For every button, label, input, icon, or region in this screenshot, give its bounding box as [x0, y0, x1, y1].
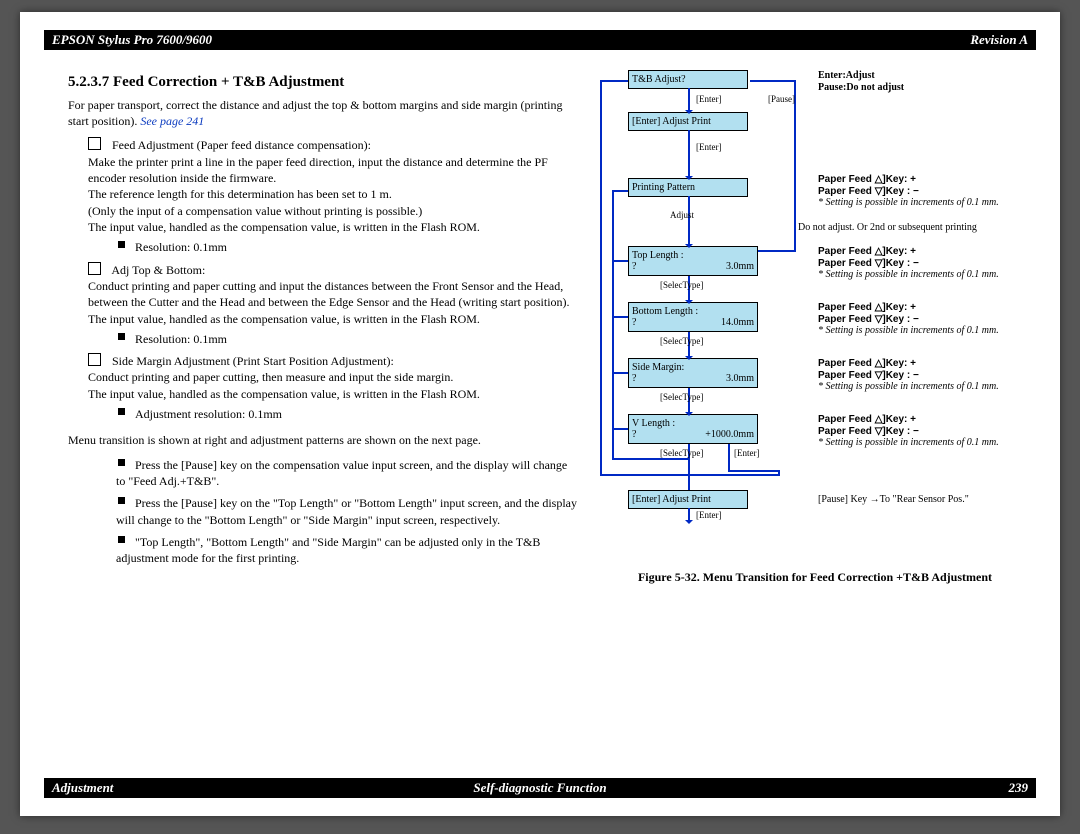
- feed-adjustment-block: Feed Adjustment (Paper feed distance com…: [88, 137, 578, 235]
- label-selectype: [SelecType]: [660, 336, 703, 346]
- feed-adj-res: Resolution: 0.1mm: [116, 239, 578, 255]
- side-margin-p2: The input value, handled as the compensa…: [88, 387, 480, 401]
- flow-box-top-length: Top Length : ?3.0mm: [628, 246, 758, 276]
- flow-box-bottom-length: Bottom Length : ?14.0mm: [628, 302, 758, 332]
- line: [612, 190, 614, 460]
- see-page-link[interactable]: See page 241: [140, 114, 204, 128]
- header-left: EPSON Stylus Pro 7600/9600: [52, 32, 212, 48]
- note-pause-rear: [Pause] Key →To "Rear Sensor Pos.": [818, 494, 969, 506]
- line: [778, 470, 780, 476]
- label-enter: [Enter]: [696, 142, 721, 152]
- label-enter: [Enter]: [734, 448, 759, 458]
- line: [612, 428, 628, 430]
- note-do-not-adjust: Do not adjust. Or 2nd or subsequent prin…: [798, 222, 977, 234]
- feed-adj-p1: Make the printer print a line in the pap…: [88, 155, 548, 185]
- arrow-icon: [728, 444, 730, 470]
- line: [600, 80, 628, 82]
- checkbox-icon: [88, 137, 101, 150]
- bullet-icon: [118, 497, 125, 504]
- note-keys-1: Paper Feed △]Key: + Paper Feed ▽]Key : −…: [818, 174, 999, 209]
- label-selectype: [SelecType]: [660, 280, 703, 290]
- note-1: Press the [Pause] key on the compensatio…: [116, 457, 578, 490]
- line: [600, 474, 778, 476]
- adj-tb-p1: Conduct printing and paper cutting and i…: [88, 279, 570, 309]
- label-selectype: [SelecType]: [660, 392, 703, 402]
- line: [612, 372, 628, 374]
- flow-box-tb-adjust: T&B Adjust?: [628, 70, 748, 89]
- side-margin-head: Side Margin Adjustment (Print Start Posi…: [112, 354, 394, 368]
- footer-bar: Adjustment Self-diagnostic Function 239: [44, 778, 1036, 798]
- label-enter: [Enter]: [696, 510, 721, 520]
- flow-box-v-length: V Length : ?+1000.0mm: [628, 414, 758, 444]
- label-adjust: Adjust: [670, 210, 694, 220]
- note-keys-3: Paper Feed △]Key: + Paper Feed ▽]Key : −…: [818, 302, 999, 337]
- footer-center: Self-diagnostic Function: [44, 780, 1036, 796]
- checkbox-icon: [88, 353, 101, 366]
- checkbox-icon: [88, 262, 101, 275]
- left-column: 5.2.3.7 Feed Correction + T&B Adjustment…: [68, 70, 598, 768]
- adj-tb-head: Adj Top & Bottom:: [111, 263, 205, 277]
- arrow-icon: [688, 508, 690, 522]
- bullet-icon: [118, 459, 125, 466]
- note-2: Press the [Pause] key on the "Top Length…: [116, 495, 578, 528]
- label-enter: [Enter]: [696, 94, 721, 104]
- arrow-icon: [688, 196, 690, 246]
- side-margin-p1: Conduct printing and paper cutting, then…: [88, 370, 453, 384]
- flow-diagram: T&B Adjust? [Enter] Adjust Print Printin…: [598, 70, 1032, 540]
- content: 5.2.3.7 Feed Correction + T&B Adjustment…: [68, 70, 1032, 768]
- side-margin-res: Adjustment resolution: 0.1mm: [116, 406, 578, 422]
- line: [750, 80, 794, 82]
- bullet-icon: [118, 241, 125, 248]
- feed-adj-p3: (Only the input of a compensation value …: [88, 204, 422, 218]
- line: [600, 80, 602, 476]
- right-column: T&B Adjust? [Enter] Adjust Print Printin…: [598, 70, 1032, 768]
- arrow-icon: [688, 130, 690, 178]
- header-right: Revision A: [970, 32, 1028, 48]
- side-margin-block: Side Margin Adjustment (Print Start Posi…: [88, 353, 578, 402]
- adj-tb-p2: The input value, handled as the compensa…: [88, 312, 480, 326]
- line: [794, 80, 796, 250]
- bullet-icon: [118, 408, 125, 415]
- note-keys-2: Paper Feed △]Key: + Paper Feed ▽]Key : −…: [818, 246, 999, 281]
- line: [612, 316, 628, 318]
- arrow-icon: [728, 470, 778, 472]
- line: [612, 260, 628, 262]
- arrow-icon: [688, 88, 690, 112]
- feed-adj-p2: The reference length for this determinat…: [88, 187, 392, 201]
- line: [758, 250, 796, 252]
- intro: For paper transport, correct the distanc…: [68, 97, 578, 129]
- transition-note: Menu transition is shown at right and ad…: [68, 432, 578, 448]
- label-pause: [Pause]: [768, 94, 795, 104]
- flow-box-side-margin: Side Margin: ?3.0mm: [628, 358, 758, 388]
- note-3: "Top Length", "Bottom Length" and "Side …: [116, 534, 578, 567]
- section-title: 5.2.3.7 Feed Correction + T&B Adjustment: [68, 74, 578, 91]
- figure-caption: Figure 5-32. Menu Transition for Feed Co…: [598, 570, 1032, 585]
- label-selectype: [SelecType]: [660, 448, 703, 458]
- adj-tb-res: Resolution: 0.1mm: [116, 331, 578, 347]
- line: [612, 458, 688, 460]
- adj-top-bottom-block: Adj Top & Bottom: Conduct printing and p…: [88, 262, 578, 327]
- flow-box-adjust-print-2: [Enter] Adjust Print: [628, 490, 748, 509]
- note-keys-4: Paper Feed △]Key: + Paper Feed ▽]Key : −…: [818, 358, 999, 393]
- bullet-icon: [118, 536, 125, 543]
- feed-adj-head: Feed Adjustment (Paper feed distance com…: [112, 138, 371, 152]
- page: EPSON Stylus Pro 7600/9600 Revision A Ad…: [20, 12, 1060, 816]
- feed-adj-p4: The input value, handled as the compensa…: [88, 220, 480, 234]
- note-enter-pause: Enter:Adjust Pause:Do not adjust: [818, 70, 904, 93]
- bullet-icon: [118, 333, 125, 340]
- header-bar: EPSON Stylus Pro 7600/9600 Revision A: [44, 30, 1036, 50]
- note-keys-5: Paper Feed △]Key: + Paper Feed ▽]Key : −…: [818, 414, 999, 449]
- line: [612, 190, 628, 192]
